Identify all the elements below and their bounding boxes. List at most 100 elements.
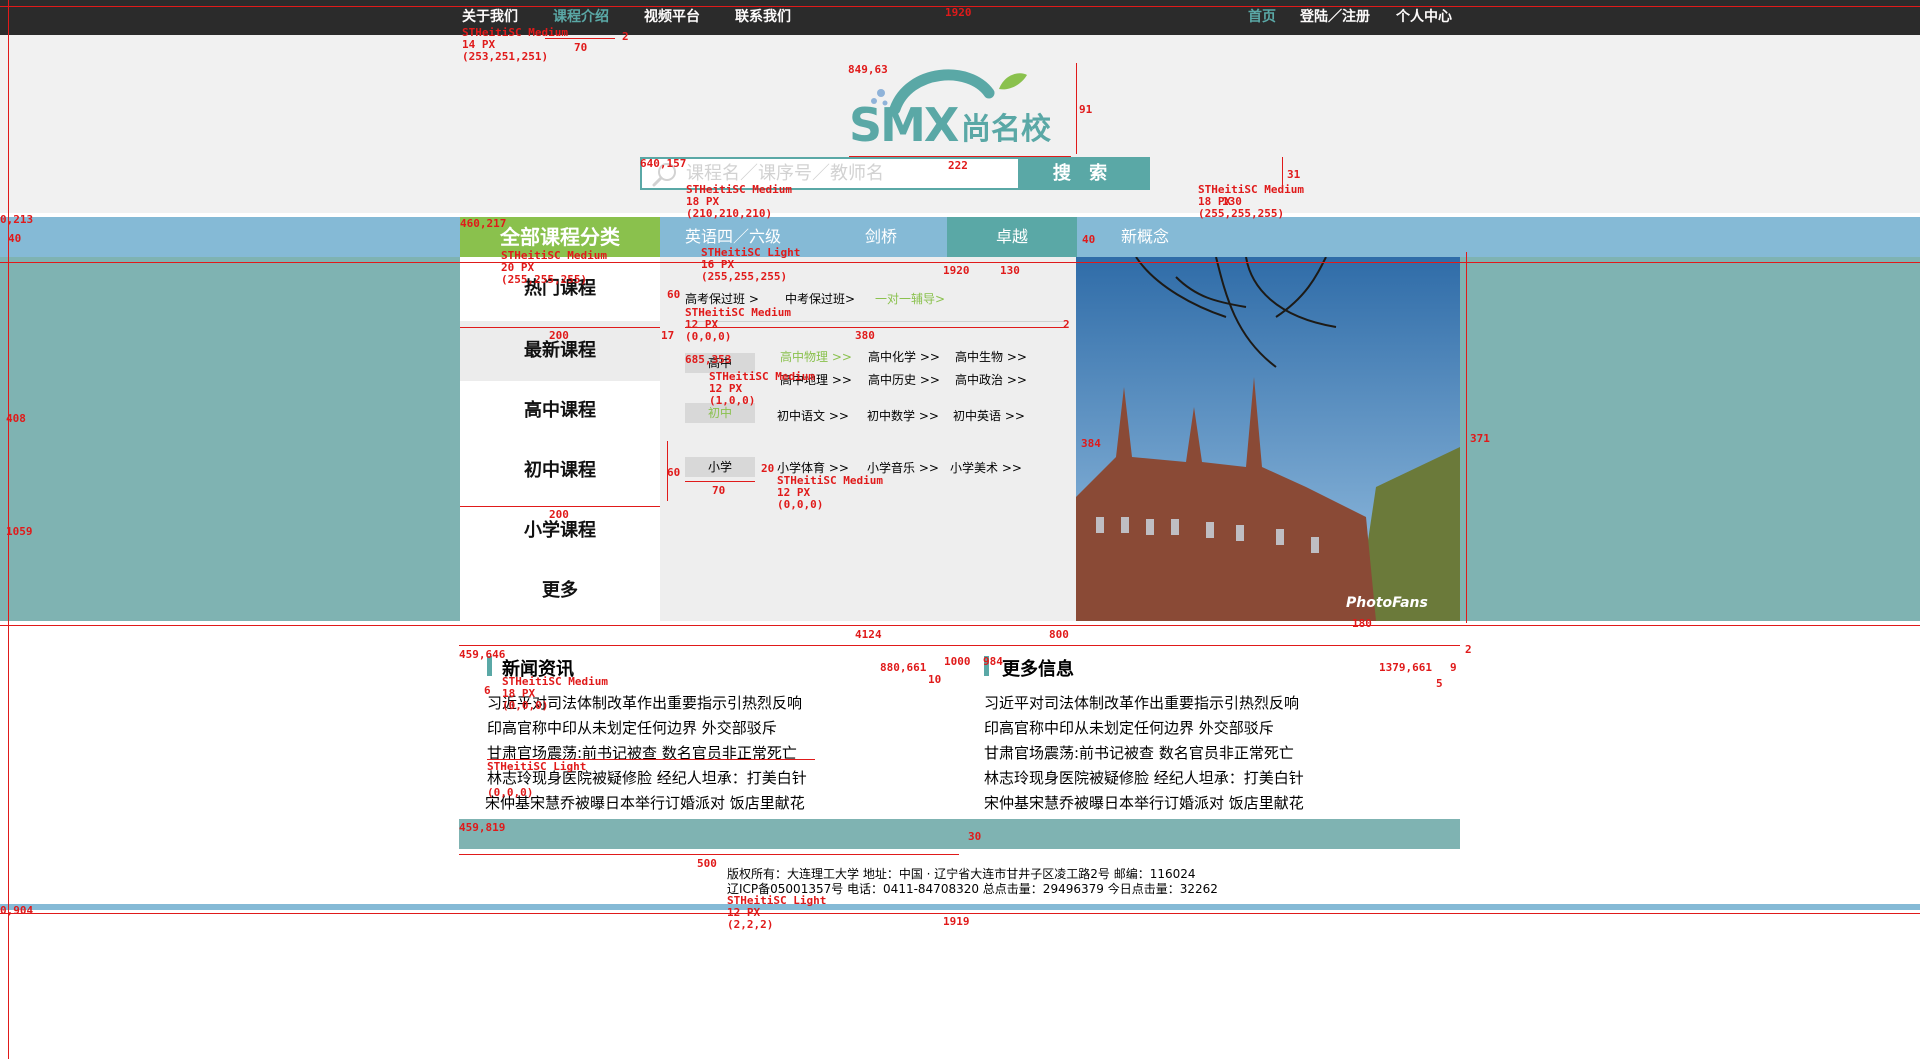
annotation-label: 4	[875, 628, 882, 641]
search-button[interactable]: 搜 索	[1018, 159, 1148, 188]
annotation-label: 412	[855, 628, 875, 641]
annotation-label: 459,819	[459, 821, 506, 834]
annotation-label: (0,0,0)	[685, 330, 732, 343]
annotation-label: (1,0,0)	[709, 394, 756, 407]
footer-band	[459, 819, 1460, 849]
annotation-label: 222	[948, 159, 968, 172]
more-section-title[interactable]: 更多信息	[1002, 655, 1074, 681]
annotation-label: 70	[574, 41, 588, 54]
annotation-label: 0,904	[0, 904, 34, 917]
annotation-label: 2	[1063, 318, 1070, 331]
annotation-line	[459, 854, 959, 855]
annotation-label: 1920	[945, 6, 972, 19]
annotation-label: 20	[761, 462, 775, 475]
annotation-label: (0,0,0)	[777, 498, 824, 511]
annotation-label: 1919	[943, 915, 970, 928]
annotation-line	[0, 262, 1920, 263]
annotation-label: 40	[8, 232, 22, 245]
annotation-line	[685, 327, 1065, 328]
annotation-line	[545, 38, 615, 39]
more-item[interactable]: 习近平对司法体制改革作出重要指示引热烈反响	[984, 692, 1299, 713]
more-item[interactable]: 林志玲现身医院被疑修脸 经纪人坦承：打美白针	[984, 767, 1304, 788]
tab-new-concept[interactable]: 新概念	[1080, 217, 1210, 257]
more-item[interactable]: 印高官称中印从未划定任何边界 外交部驳斥	[984, 717, 1274, 738]
annotation-label: 460,217	[460, 217, 507, 230]
annotation-label: 60	[667, 288, 681, 301]
link-one-on-one[interactable]: 一对一辅导>	[875, 290, 945, 307]
annotation-line	[1076, 63, 1077, 154]
annotation-line	[1466, 252, 1467, 623]
annotation-label: 880,661	[880, 661, 927, 674]
annotation-label: 1379,661	[1379, 661, 1432, 674]
annotation-label: 640,157	[640, 157, 687, 170]
annotation-label: 2	[622, 30, 629, 43]
more-item[interactable]: 宋仲基宋慧乔被曝日本举行订婚派对 饭店里献花	[984, 792, 1304, 813]
annotation-label: 1920	[943, 264, 970, 277]
link-hs-physics[interactable]: 高中物理 >>	[780, 348, 852, 365]
annotation-label: 459,646	[459, 648, 506, 661]
annotation-label: 31	[1287, 168, 1301, 181]
annotation-label: 40	[1082, 233, 1096, 246]
annotation-label: (255,255,255)	[701, 270, 788, 283]
annotation-label: 180	[1352, 617, 1372, 630]
banner-photo[interactable]: PhotoFans	[1076, 257, 1460, 621]
annotation-label: 500	[697, 857, 717, 870]
tab-cambridge[interactable]: 剑桥	[816, 217, 946, 257]
annotation-label: (0,0,0)	[502, 699, 549, 712]
annotation-label: 130	[1000, 264, 1020, 277]
link-ms-math[interactable]: 初中数学 >>	[867, 407, 939, 424]
menu-hot-courses[interactable]: 热门课程	[460, 257, 660, 321]
annotation-label: 9	[1450, 661, 1457, 674]
annotation-label: (210,210,210)	[686, 207, 773, 220]
chip-primary-school[interactable]: 小学	[685, 457, 755, 477]
more-item[interactable]: 甘肃官场震荡:前书记被查 数名官员非正常死亡	[984, 742, 1294, 763]
annotation-label: 30	[968, 830, 982, 843]
menu-high-school[interactable]: 高中课程	[460, 381, 660, 441]
annotation-label: 6	[484, 684, 491, 697]
link-hs-chemistry[interactable]: 高中化学 >>	[868, 348, 940, 365]
annotation-line	[459, 645, 1460, 646]
news-item[interactable]: 印高官称中印从未划定任何边界 外交部驳斥	[487, 717, 777, 738]
annotation-label: 2	[1465, 643, 1472, 656]
link-gaokao[interactable]: 高考保过班 >	[685, 290, 759, 307]
annotation-label: 849,63	[848, 63, 888, 76]
annotation-label: (2,2,2)	[727, 918, 774, 931]
annotation-line	[460, 506, 660, 507]
annotation-label: 0,213	[0, 213, 34, 226]
link-ms-english[interactable]: 初中英语 >>	[953, 407, 1025, 424]
annotation-label: 5	[1436, 677, 1443, 690]
svg-text:尚名校: 尚名校	[961, 112, 1051, 147]
site-logo[interactable]: SMX 尚名校	[849, 63, 1071, 154]
annotation-line	[0, 913, 1920, 914]
divider	[685, 321, 1065, 322]
logo-graphic: SMX 尚名校	[849, 69, 1051, 152]
menu-middle-school[interactable]: 初中课程	[460, 441, 660, 501]
svg-text:SMX: SMX	[849, 98, 959, 152]
link-zhongkao[interactable]: 中考保过班>	[785, 290, 855, 307]
tab-excellence[interactable]: 卓越	[947, 217, 1077, 257]
link-hs-biology[interactable]: 高中生物 >>	[955, 348, 1027, 365]
annotation-label: (255,255,255)	[501, 273, 588, 286]
annotation-label: 371	[1470, 432, 1490, 445]
annotation-label: 10	[928, 673, 942, 686]
annotation-line	[849, 156, 1071, 157]
link-hs-politics[interactable]: 高中政治 >>	[955, 371, 1027, 388]
annotation-label: 91	[1079, 103, 1093, 116]
annotation-label: 60	[667, 466, 681, 479]
annotation-line	[460, 327, 660, 328]
menu-more[interactable]: 更多	[460, 561, 660, 621]
annotation-label: 384	[1081, 437, 1101, 450]
annotation-label: (0,0,0)	[487, 786, 534, 799]
link-ms-chinese[interactable]: 初中语文 >>	[777, 407, 849, 424]
link-ps-art[interactable]: 小学美术 >>	[950, 459, 1022, 476]
annotation-label: 1000	[944, 655, 971, 668]
annotation-label: 408	[6, 412, 26, 425]
annotation-label: 800	[1049, 628, 1069, 641]
annotation-label: 70	[712, 484, 726, 497]
annotation-label: 200	[549, 508, 569, 521]
annotation-label: 685,353	[685, 353, 732, 366]
annotation-label: (253,251,251)	[462, 50, 549, 63]
link-hs-history[interactable]: 高中历史 >>	[868, 371, 940, 388]
annotation-label: 380	[855, 329, 875, 342]
banner-photo-image: PhotoFans	[1076, 257, 1460, 621]
